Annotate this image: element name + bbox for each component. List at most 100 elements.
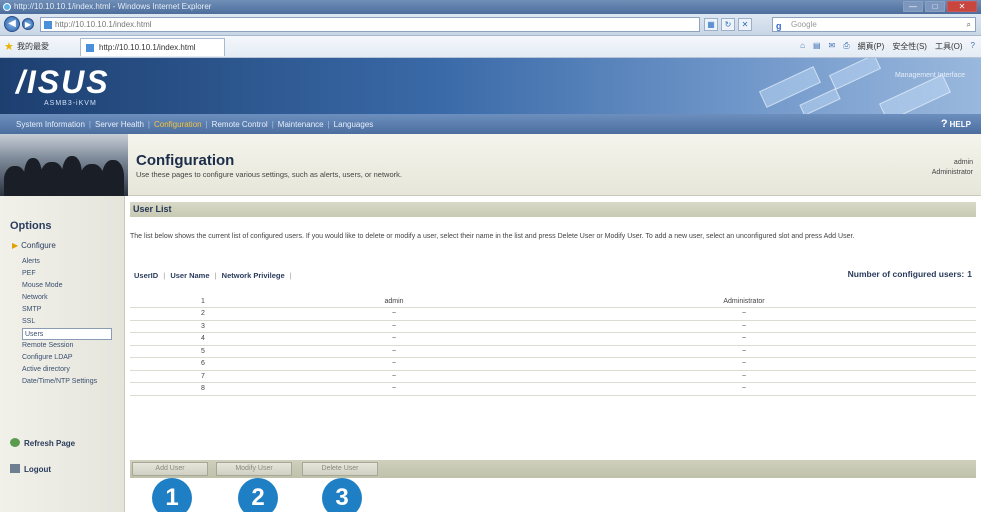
header-tagline: Management Interface [894, 72, 965, 79]
forward-button[interactable]: ▶ [22, 18, 34, 30]
col-header-network-privilege[interactable]: Network Privilege [222, 271, 285, 280]
sidebar-item-mouse-mode[interactable]: Mouse Mode [22, 280, 112, 292]
user-id-cell: 6 [130, 357, 276, 371]
refresh-icon[interactable]: ↻ [721, 18, 735, 31]
silhouette-figure [62, 156, 82, 196]
callout-3: 3 [322, 478, 362, 512]
user-name-cell: ~ [276, 307, 512, 321]
sidebar-item-datetime-ntp[interactable]: Date/Time/NTP Settings [22, 376, 112, 388]
user-name-cell: ~ [276, 382, 512, 396]
user-privilege-cell: ~ [512, 345, 976, 358]
options-sidebar: Options ▶ Configure Alerts PEF Mouse Mode… [0, 196, 125, 512]
stop-icon[interactable]: ✕ [738, 18, 752, 31]
user-name-cell: ~ [276, 320, 512, 333]
close-button[interactable]: ✕ [947, 1, 977, 12]
user-id-cell: 7 [130, 370, 276, 383]
compat-view-icon[interactable]: ▦ [704, 18, 718, 31]
user-privilege-cell: ~ [512, 382, 976, 396]
product-name: ASMB3-iKVM [44, 100, 97, 107]
column-headers: UserID | User Name | Network Privilege | [134, 271, 295, 280]
favorites-label[interactable]: 我的最愛 [17, 41, 49, 52]
back-button[interactable]: ◀ [4, 16, 20, 32]
sidebar-item-smtp[interactable]: SMTP [22, 304, 112, 316]
print-icon[interactable]: ⎙ [843, 41, 849, 52]
callout-1: 1 [152, 478, 192, 512]
browser-tab[interactable]: http://10.10.10.1/index.html [80, 38, 225, 56]
refresh-label: Refresh Page [24, 439, 76, 448]
main-content: User List The list below shows the curre… [130, 202, 976, 512]
silhouette-figure [4, 166, 26, 196]
sidebar-item-alerts[interactable]: Alerts [22, 256, 112, 268]
address-toolbar: ◀ ▶ http://10.10.10.1/index.html ▦ ↻ ✕ g… [0, 14, 981, 36]
delete-user-button[interactable]: Delete User [302, 462, 378, 476]
minimize-button[interactable]: — [903, 1, 923, 12]
mail-icon[interactable]: ✉ [829, 41, 836, 52]
nav-languages[interactable]: Languages [330, 120, 378, 129]
silhouette-figure [102, 160, 124, 196]
help-link[interactable]: ? HELP [941, 118, 971, 130]
table-row[interactable]: 8 ~ ~ [130, 382, 976, 396]
asus-logo: /ISUS [16, 64, 110, 100]
col-header-username[interactable]: User Name [170, 271, 209, 280]
table-row[interactable]: 5 ~ ~ [130, 345, 976, 358]
logout-link[interactable]: Logout [10, 464, 51, 474]
favorites-bar: ★ 我的最愛 http://10.10.10.1/index.html ⌂ ▤ … [0, 36, 981, 58]
logout-icon [10, 464, 20, 473]
page-icon [44, 21, 52, 29]
tools-menu[interactable]: 工具(O) [935, 41, 963, 52]
modify-user-button[interactable]: Modify User [216, 462, 292, 476]
address-input[interactable]: http://10.10.10.1/index.html [40, 17, 700, 32]
refresh-icon [10, 438, 20, 447]
nav-server-health[interactable]: Server Health [91, 120, 148, 129]
options-title: Options [10, 220, 52, 232]
user-privilege-cell: ~ [512, 370, 976, 383]
refresh-page-link[interactable]: Refresh Page [10, 438, 75, 448]
configured-user-count: Number of configured users: 1 [845, 269, 972, 279]
favorites-star-icon[interactable]: ★ [4, 40, 14, 53]
nav-configuration[interactable]: Configuration [150, 120, 206, 129]
address-text: http://10.10.10.1/index.html [55, 20, 152, 29]
table-row[interactable]: 3 ~ ~ [130, 320, 976, 333]
sidebar-item-network[interactable]: Network [22, 292, 112, 304]
col-header-userid[interactable]: UserID [134, 271, 158, 280]
table-row[interactable]: 6 ~ ~ [130, 357, 976, 371]
user-id-cell: 4 [130, 332, 276, 346]
silhouette-figure [40, 162, 64, 196]
action-button-bar: Add User Modify User Delete User [130, 460, 976, 478]
user-privilege-cell: ~ [512, 320, 976, 333]
sidebar-item-users[interactable]: Users [22, 328, 112, 340]
help-icon[interactable]: ? [971, 41, 975, 52]
safety-menu[interactable]: 安全性(S) [892, 41, 927, 52]
add-user-button[interactable]: Add User [132, 462, 208, 476]
table-row[interactable]: 7 ~ ~ [130, 370, 976, 383]
google-icon: g [776, 21, 782, 31]
people-silhouette-image [0, 134, 128, 196]
nav-remote-control[interactable]: Remote Control [208, 120, 272, 129]
search-input[interactable]: g Google ⌕ [772, 17, 976, 32]
sidebar-item-ssl[interactable]: SSL [22, 316, 112, 328]
maximize-button[interactable]: □ [925, 1, 945, 12]
user-privilege-cell: Administrator [512, 295, 976, 308]
sidebar-item-configure-ldap[interactable]: Configure LDAP [22, 352, 112, 364]
nav-system-information[interactable]: System Information [12, 120, 89, 129]
sidebar-item-remote-session[interactable]: Remote Session [22, 340, 112, 352]
table-row[interactable]: 4 ~ ~ [130, 332, 976, 346]
user-name: admin [953, 159, 973, 166]
nav-maintenance[interactable]: Maintenance [274, 120, 328, 129]
arrow-right-icon: ▶ [12, 241, 19, 250]
sidebar-configure[interactable]: ▶ Configure [12, 241, 56, 250]
home-icon[interactable]: ⌂ [800, 41, 805, 52]
user-table: 1 admin Administrator 2 ~ ~ 3 ~ ~ 4 ~ ~ 5 ~ ~ 6 ~ ~ … [130, 295, 976, 396]
table-row[interactable]: 1 admin Administrator [130, 295, 976, 308]
sidebar-item-pef[interactable]: PEF [22, 268, 112, 280]
main-nav: System Information | Server Health | Con… [0, 114, 981, 134]
page-menu[interactable]: 網頁(P) [858, 41, 885, 52]
sidebar-item-active-directory[interactable]: Active directory [22, 364, 112, 376]
search-icon[interactable]: ⌕ [967, 18, 971, 31]
tab-page-icon [86, 44, 94, 52]
header-separator: | [289, 271, 292, 280]
user-privilege-cell: ~ [512, 307, 976, 321]
feeds-icon[interactable]: ▤ [813, 41, 821, 52]
help-question-icon: ? [940, 118, 948, 130]
table-row[interactable]: 2 ~ ~ [130, 307, 976, 321]
